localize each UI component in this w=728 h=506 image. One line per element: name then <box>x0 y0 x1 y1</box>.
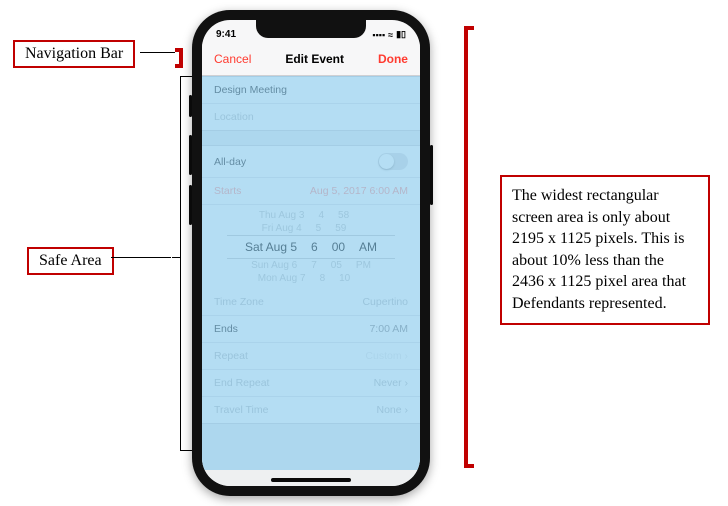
event-title-text: Design Meeting <box>214 84 287 96</box>
all-day-row: All-day <box>202 146 420 178</box>
event-title-field[interactable]: Design Meeting <box>202 77 420 104</box>
repeat-value: Custom › <box>365 350 408 362</box>
ends-label: Ends <box>214 323 238 335</box>
signal-icon: ▪▪▪▪ <box>372 30 385 40</box>
travel-time-row[interactable]: Travel Time None › <box>202 397 420 423</box>
navigation-bar-label: Navigation Bar <box>13 40 135 68</box>
volume-down-button <box>189 185 192 225</box>
page-title: Edit Event <box>285 52 344 66</box>
battery-icon: ▮▯ <box>396 29 406 40</box>
starts-row[interactable]: Starts Aug 5, 2017 6:00 AM <box>202 178 420 205</box>
travel-time-label: Travel Time <box>214 404 268 416</box>
end-repeat-value: Never › <box>374 377 408 389</box>
connector-line <box>172 257 180 258</box>
done-button[interactable]: Done <box>378 52 408 66</box>
event-location-field[interactable]: Location <box>202 104 420 130</box>
ends-value: 7:00 AM <box>369 323 408 335</box>
home-indicator[interactable] <box>271 478 351 482</box>
full-height-bracket <box>464 26 474 468</box>
connector-line <box>140 52 175 53</box>
nav-bar-bracket <box>175 48 183 68</box>
phone-frame: 9:41 ▪▪▪▪ ≈ ▮▯ Cancel Edit Event Done De… <box>192 10 430 496</box>
connector-line <box>180 450 192 451</box>
date-picker[interactable]: Thu Aug 3458 Fri Aug 4559 Sat Aug 5600AM… <box>202 205 420 289</box>
time-zone-label: Time Zone <box>214 296 264 308</box>
cancel-button[interactable]: Cancel <box>214 52 251 66</box>
mute-switch <box>189 95 192 117</box>
time-zone-row[interactable]: Time Zone Cupertino <box>202 289 420 316</box>
date-picker-selected: Sat Aug 5600AM <box>227 235 395 259</box>
starts-value: Aug 5, 2017 6:00 AM <box>310 185 408 197</box>
end-repeat-row[interactable]: End Repeat Never › <box>202 370 420 397</box>
ends-row[interactable]: Ends 7:00 AM <box>202 316 420 343</box>
connector-line <box>180 76 192 77</box>
end-repeat-label: End Repeat <box>214 377 269 389</box>
wifi-icon: ≈ <box>388 30 393 40</box>
all-day-toggle[interactable] <box>378 153 408 170</box>
navigation-bar: Cancel Edit Event Done <box>202 42 420 76</box>
screen: 9:41 ▪▪▪▪ ≈ ▮▯ Cancel Edit Event Done De… <box>202 20 420 486</box>
travel-time-value: None › <box>376 404 408 416</box>
time-zone-value: Cupertino <box>362 296 408 308</box>
starts-label: Starts <box>214 185 241 197</box>
status-time: 9:41 <box>216 29 236 40</box>
event-location-text: Location <box>214 111 254 123</box>
description-text: The widest rectangular screen area is on… <box>500 175 710 325</box>
power-button <box>430 145 433 205</box>
safe-area-label: Safe Area <box>27 247 114 275</box>
repeat-label: Repeat <box>214 350 248 362</box>
connector-line <box>111 257 171 258</box>
connector-line <box>180 76 181 451</box>
repeat-row[interactable]: Repeat Custom › <box>202 343 420 370</box>
notch <box>256 20 366 38</box>
form-content: Design Meeting Location All-day Starts A… <box>202 76 420 486</box>
all-day-label: All-day <box>214 156 246 168</box>
volume-up-button <box>189 135 192 175</box>
